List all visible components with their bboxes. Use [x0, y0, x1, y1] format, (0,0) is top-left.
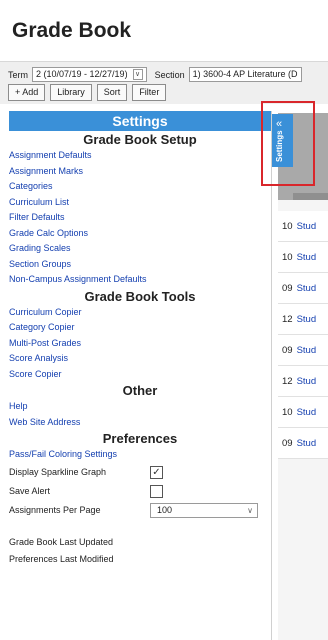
save-alert-label: Save Alert	[9, 486, 51, 496]
link-assignment-marks[interactable]: Assignment Marks	[9, 164, 271, 180]
toolbar-buttons: + Add Library Sort Filter	[8, 84, 167, 101]
title-bar: Grade Book	[0, 0, 328, 62]
link-grade-calc-options[interactable]: Grade Calc Options	[9, 226, 271, 242]
sparkline-label: Display Sparkline Graph	[9, 467, 107, 477]
per-page-select[interactable]: 100 ∨	[150, 502, 258, 518]
student-name[interactable]: Stud	[297, 438, 317, 449]
library-button[interactable]: Library	[50, 84, 92, 101]
sparkline-checkbox[interactable]: ✓	[150, 465, 163, 479]
filter-button[interactable]: Filter	[132, 84, 167, 101]
table-row[interactable]: 12 Stud	[278, 366, 328, 397]
term-select[interactable]: 2 (10/07/19 - 12/27/19) ∨	[32, 67, 147, 82]
settings-panel: Settings Grade Book Setup Assignment Def…	[9, 111, 272, 640]
table-row[interactable]: 09 Stud	[278, 273, 328, 304]
grid-header-bar	[293, 193, 328, 200]
add-button[interactable]: + Add	[8, 84, 46, 101]
last-modified-label: Preferences Last Modified	[9, 553, 114, 564]
per-page-value: 100	[157, 504, 173, 515]
save-alert-row: Save Alert	[9, 482, 271, 501]
student-grade: 09	[282, 437, 293, 449]
link-non-campus-assignment-defaults[interactable]: Non-Campus Assignment Defaults	[9, 272, 271, 288]
student-name[interactable]: Stud	[297, 407, 317, 418]
table-row[interactable]: 10 Stud	[278, 242, 328, 273]
link-multi-post-grades[interactable]: Multi-Post Grades	[9, 336, 271, 352]
section-select[interactable]: 1) 3600-4 AP Literature (D	[188, 67, 302, 82]
link-pass-fail-coloring-settings[interactable]: Pass/Fail Coloring Settings	[9, 447, 271, 463]
link-score-copier[interactable]: Score Copier	[9, 367, 271, 383]
toolbar: Term 2 (10/07/19 - 12/27/19) ∨ Section 1…	[0, 62, 328, 104]
student-grade: 09	[282, 344, 293, 356]
link-web-site-address[interactable]: Web Site Address	[9, 415, 271, 431]
preferences-heading: Preferences	[102, 431, 178, 446]
section-label: Section	[154, 69, 185, 80]
student-name[interactable]: Stud	[297, 252, 317, 263]
table-row[interactable]: 12 Stud	[278, 304, 328, 335]
sparkline-row: Display Sparkline Graph ✓	[9, 463, 271, 482]
student-grid: 10 Stud 10 Stud 09 Stud 12 Stud 09 Stud 12 Stu…	[278, 113, 328, 640]
term-label: Term	[8, 69, 28, 80]
grade-book-tools-heading: Grade Book Tools	[84, 288, 196, 304]
grade-book-setup-heading: Grade Book Setup	[83, 132, 197, 147]
link-assignment-defaults[interactable]: Assignment Defaults	[9, 148, 271, 164]
settings-panel-title: Settings	[9, 111, 271, 131]
link-section-groups[interactable]: Section Groups	[9, 257, 271, 273]
term-select-value: 2 (10/07/19 - 12/27/19)	[36, 69, 128, 79]
other-heading: Other	[122, 383, 158, 398]
sort-button[interactable]: Sort	[96, 84, 128, 101]
student-grade: 10	[282, 251, 293, 263]
table-row[interactable]: 09 Stud	[278, 428, 328, 459]
chevron-down-icon: ∨	[247, 505, 253, 515]
student-name[interactable]: Stud	[297, 314, 317, 325]
section-select-value: 1) 3600-4 AP Literature (D	[192, 69, 298, 79]
save-alert-checkbox[interactable]	[150, 484, 163, 498]
link-filter-defaults[interactable]: Filter Defaults	[9, 210, 271, 226]
link-score-analysis[interactable]: Score Analysis	[9, 351, 271, 367]
student-name[interactable]: Stud	[297, 283, 317, 294]
highlight-box	[261, 101, 315, 186]
link-grading-scales[interactable]: Grading Scales	[9, 241, 271, 257]
table-row[interactable]: 09 Stud	[278, 335, 328, 366]
per-page-label: Assignments Per Page	[9, 505, 101, 515]
student-grade: 10	[282, 406, 293, 418]
page-title: Grade Book	[12, 19, 132, 42]
student-name[interactable]: Stud	[297, 376, 317, 387]
student-grade: 10	[282, 220, 293, 232]
chevron-down-icon: ∨	[132, 69, 143, 80]
checkmark-icon: ✓	[152, 466, 161, 478]
student-grade: 09	[282, 282, 293, 294]
link-category-copier[interactable]: Category Copier	[9, 320, 271, 336]
link-curriculum-list[interactable]: Curriculum List	[9, 195, 271, 211]
student-name[interactable]: Stud	[297, 345, 317, 356]
student-name[interactable]: Stud	[297, 221, 317, 232]
table-row[interactable]: 10 Stud	[278, 397, 328, 428]
link-categories[interactable]: Categories	[9, 179, 271, 195]
table-row[interactable]: 10 Stud	[278, 211, 328, 242]
student-grade: 12	[282, 313, 293, 325]
last-updated-label: Grade Book Last Updated	[9, 536, 114, 547]
link-help[interactable]: Help	[9, 399, 271, 415]
student-grade: 12	[282, 375, 293, 387]
per-page-row: Assignments Per Page 100 ∨	[9, 501, 271, 520]
student-rows: 10 Stud 10 Stud 09 Stud 12 Stud 09 Stud 12 Stu…	[278, 211, 328, 459]
link-curriculum-copier[interactable]: Curriculum Copier	[9, 305, 271, 321]
term-section-row: Term 2 (10/07/19 - 12/27/19) ∨ Section 1…	[8, 66, 302, 83]
